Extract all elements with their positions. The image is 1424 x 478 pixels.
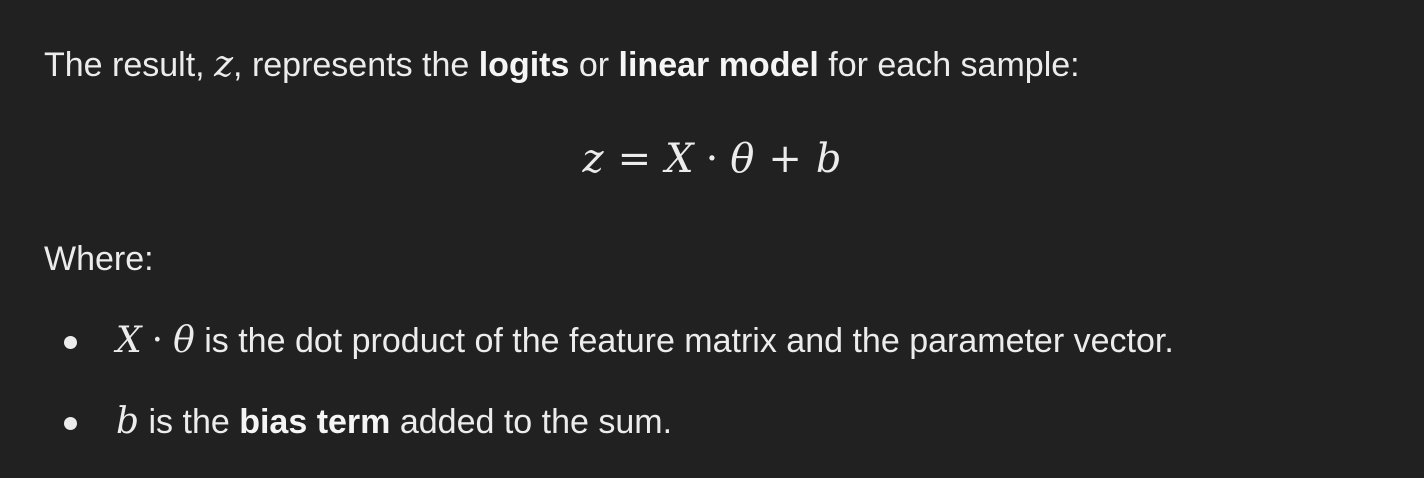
bullet-icon <box>64 336 77 349</box>
math-bias-b: b <box>116 401 140 442</box>
intro-text-before: The result, <box>44 46 215 84</box>
math-variable-z: z <box>214 44 234 85</box>
bold-logits: logits <box>478 46 570 84</box>
equation-matrix-x: X <box>665 136 694 182</box>
equation-theta: θ <box>730 136 755 182</box>
intro-text-mid2: or <box>569 46 619 84</box>
list-item-bias-term: b is the bias term added to the sum. <box>0 400 1424 444</box>
list-item-text: X · θ is the dot product of the feature ma… <box>116 319 1174 363</box>
intro-paragraph: The result, z, represents the logits or … <box>44 43 1080 87</box>
equation-equals-sign: = <box>617 136 652 182</box>
equation-dot-operator: · <box>705 136 719 182</box>
equation-lhs-z: z <box>582 136 604 182</box>
list-item-description: is the dot product of the feature matrix… <box>194 322 1174 360</box>
bold-bias-term: bias term <box>239 403 391 441</box>
intro-text-after: for each sample: <box>818 46 1080 84</box>
list-item-text-before: is the <box>139 403 240 441</box>
list-item-text: b is the bias term added to the sum. <box>116 400 672 444</box>
equation-plus-sign: + <box>768 136 802 182</box>
bullet-icon <box>64 417 77 430</box>
math-theta: θ <box>173 320 195 361</box>
equation-bias-b: b <box>815 136 842 182</box>
intro-text-mid1: , represents the <box>233 46 479 84</box>
list-item-text-after: added to the sum. <box>390 403 673 441</box>
math-matrix-x: X <box>116 320 142 361</box>
display-equation: z = X · θ + b <box>0 134 1424 184</box>
document-body: The result, z, represents the logits or … <box>0 0 1424 478</box>
math-dot-operator: · <box>151 320 164 361</box>
where-label: Where: <box>44 240 154 278</box>
list-item-dot-product: X · θ is the dot product of the feature ma… <box>0 319 1424 363</box>
bold-linear-model: linear model <box>618 46 819 84</box>
